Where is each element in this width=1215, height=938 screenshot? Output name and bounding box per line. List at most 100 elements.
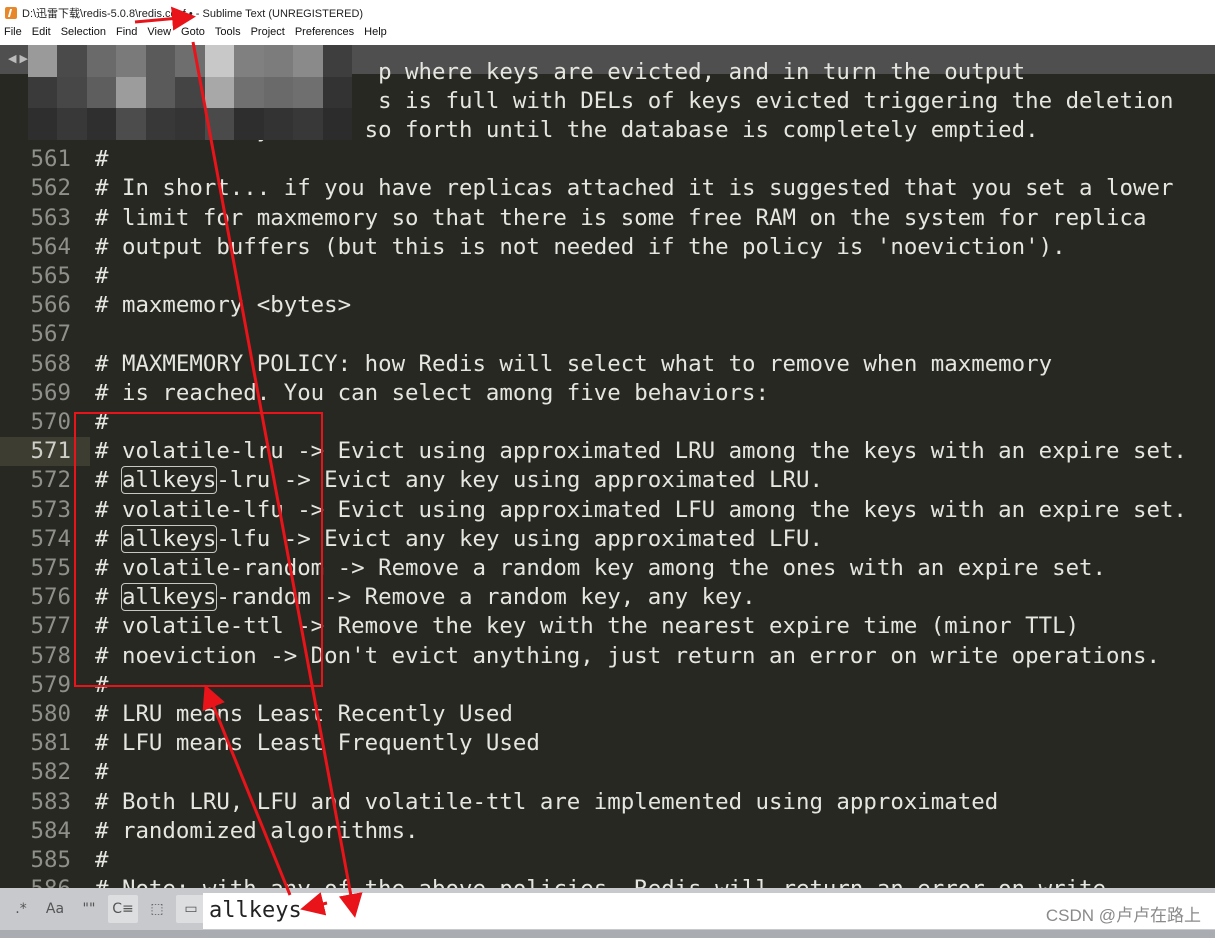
mosaic-cell [175,108,205,140]
menu-tools[interactable]: Tools [215,26,241,45]
line-text: # maxmemory <bytes> [95,292,352,319]
line-number: 564 [30,233,71,260]
code-line: 584 # randomized algorithms. [0,817,1215,846]
code-line: 565 # [0,262,1215,291]
menu-selection[interactable]: Selection [61,26,106,45]
mosaic-cell [322,76,352,109]
mosaic-cell [28,108,58,140]
mosaic-cell [204,76,235,109]
mosaic-cell [263,108,294,140]
menu-edit[interactable]: Edit [32,26,51,45]
menu-view[interactable]: View [147,26,171,45]
in-selection-toggle-button[interactable]: ⬚ [142,895,172,923]
menu-file[interactable]: File [4,26,22,45]
code-line: 586 # Note: with any of the above policie… [0,875,1215,888]
menu-project[interactable]: Project [251,26,285,45]
mosaic-cell [57,76,87,109]
menu-preferences[interactable]: Preferences [295,26,354,45]
status-bar [0,930,1215,938]
line-text: # [95,846,109,873]
mosaic-cell [263,45,294,77]
code-line: 582 # [0,758,1215,787]
mosaic-cell [293,108,323,140]
sublime-app-icon [5,7,17,19]
mosaic-cell [145,108,176,140]
line-text: # is reached. You can select among five … [95,379,770,406]
line-text: # randomized algorithms. [95,817,419,844]
wrap-toggle-button[interactable]: C≡ [108,895,138,923]
line-number: 570 [30,408,71,435]
line-text: # MAXMEMORY POLICY: how Redis will selec… [95,350,1053,377]
code-line: 581 # LFU means Least Frequently Used [0,729,1215,758]
line-text: # Both LRU, LFU and volatile-ttl are imp… [95,788,999,815]
menu-find[interactable]: Find [116,26,137,45]
line-number: 579 [30,671,71,698]
code-line: 580 # LRU means Least Recently Used [0,700,1215,729]
line-number: 583 [30,788,71,815]
line-number: 582 [30,759,71,786]
line-number: 572 [30,467,71,494]
mosaic-cell [145,45,176,77]
line-number: 576 [30,584,71,611]
line-number: 577 [30,613,71,640]
code-line: 569 # is reached. You can select among fi… [0,379,1215,408]
line-text: # [95,759,109,786]
line-number: 569 [30,379,71,406]
mosaic-cell [116,45,146,77]
mosaic-cell [28,45,58,77]
watermark: CSDN @卢卢在路上 [1045,906,1201,925]
line-number: 585 [30,846,71,873]
line-text: # In short... if you have replicas attac… [95,175,1174,202]
case-sensitive-toggle-button[interactable]: Aa [40,895,70,923]
whole-word-toggle-button[interactable]: "" [74,895,104,923]
highlight-matches-toggle-button[interactable]: ▭ [176,895,206,923]
line-text: # Note: with any of the above policies, … [95,875,1106,888]
mosaic-cell [116,108,146,140]
regex-toggle-button[interactable]: .* [6,895,36,923]
line-number: 586 [0,875,71,888]
code-line: 568 # MAXMEMORY POLICY: how Redis will se… [0,350,1215,379]
mosaic-cell [28,76,58,109]
code-line: 564 # output buffers (but this is not nee… [0,233,1215,262]
line-text: # limit for maxmemory so that there is s… [95,204,1147,231]
menu-goto[interactable]: Goto [181,26,205,45]
line-number: 584 [30,817,71,844]
code-line: 561 # [0,145,1215,174]
mosaic-cell [293,76,323,109]
line-text: # [95,262,109,289]
mosaic-cell [322,108,352,140]
find-bar: .* Aa "" C≡ ⬚ ▭ allkeys CSDN @卢卢在路上 [0,888,1215,930]
mosaic-cell [145,76,176,109]
line-number: 565 [30,262,71,289]
line-text: # LRU means Least Recently Used [95,700,513,727]
line-number: 580 [30,700,71,727]
annotation-highlight-box [74,412,323,687]
line-text: # output buffers (but this is not needed… [95,233,1066,260]
pixelated-redaction [28,45,352,140]
code-line: 563 # limit for maxmemory so that there i… [0,204,1215,233]
mosaic-cell [322,45,352,77]
mosaic-cell [293,45,323,77]
mosaic-cell [116,76,146,109]
mosaic-cell [263,76,294,109]
menu-help[interactable]: Help [364,26,387,45]
mosaic-cell [86,76,117,109]
line-number: 571 [30,438,71,465]
mosaic-cell [234,76,264,109]
line-number: 563 [30,204,71,231]
line-text: # [95,146,109,173]
mosaic-cell [175,45,205,77]
line-number: 575 [30,554,71,581]
line-number: 561 [30,146,71,173]
code-line: 562 # In short... if you have replicas at… [0,174,1215,203]
code-line: 583 # Both LRU, LFU and volatile-ttl are … [0,788,1215,817]
line-number: 562 [30,175,71,202]
mosaic-cell [234,108,264,140]
mosaic-cell [175,76,205,109]
line-text: # LFU means Least Frequently Used [95,730,540,757]
line-number: 573 [30,496,71,523]
code-line: 567 [0,320,1215,349]
mosaic-cell [204,45,235,77]
mosaic-cell [86,45,117,77]
line-number: 566 [30,292,71,319]
